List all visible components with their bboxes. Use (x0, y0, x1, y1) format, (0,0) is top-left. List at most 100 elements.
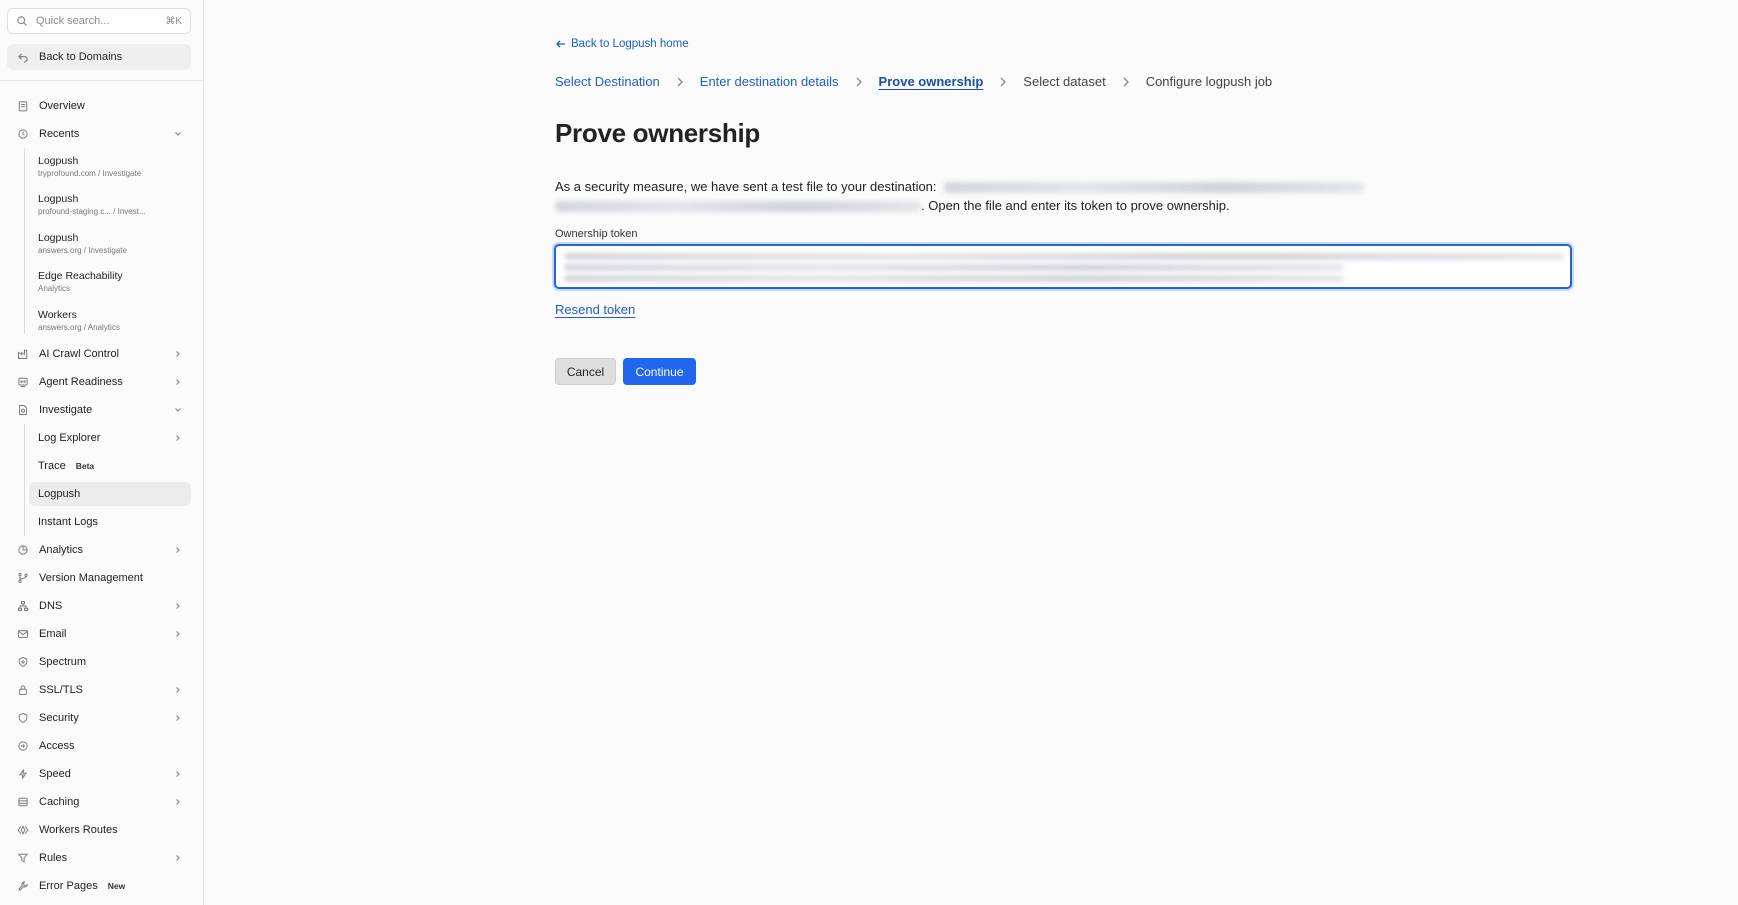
sidebar-item-label: Overview (39, 100, 85, 112)
page-title: Prove ownership (555, 118, 760, 148)
sidebar-item-logpush[interactable]: Logpush (29, 482, 191, 506)
sidebar-item-security[interactable]: Security (7, 706, 191, 730)
chevron-right-icon (176, 435, 180, 441)
lightning-icon (19, 769, 27, 779)
lock-icon (19, 685, 27, 695)
recent-item[interactable]: Edge Reachability Analytics (29, 270, 191, 294)
sidebar-item-label: AI Crawl Control (39, 348, 120, 360)
continue-button[interactable]: Continue (623, 358, 696, 385)
recent-title: Logpush (38, 193, 79, 205)
search-shortcut: ⌘K (165, 15, 182, 27)
sidebar-item-spectrum[interactable]: Spectrum (7, 650, 191, 674)
step-configure-logpush-job: Configure logpush job (1145, 74, 1273, 89)
sidebar-item-speed[interactable]: Speed (7, 762, 191, 786)
sidebar-item-label: Analytics (39, 544, 84, 556)
search-placeholder: Quick search... (36, 15, 110, 27)
sidebar-item-label: Access (39, 740, 75, 752)
sidebar-item-rules[interactable]: Rules (7, 846, 191, 870)
recent-title: Edge Reachability (38, 270, 123, 282)
sidebar-item-agent-readiness[interactable]: Agent Readiness (7, 370, 191, 394)
workers-icon (17, 825, 29, 835)
recent-title: Workers (38, 309, 77, 321)
redacted-token (564, 253, 1564, 260)
chevron-right-icon (677, 77, 683, 86)
cancel-button[interactable]: Cancel (555, 358, 616, 385)
agent-icon (18, 377, 28, 387)
ownership-token-input[interactable] (554, 244, 1572, 289)
sidebar-item-version-management[interactable]: Version Management (7, 566, 191, 590)
sidebar-item-recents[interactable]: Recents (7, 122, 191, 146)
sidebar: Quick search... ⌘K Back to Domains Overv… (0, 0, 204, 905)
sidebar-item-investigate[interactable]: Investigate (7, 398, 191, 422)
ownership-token-label: Ownership token (555, 228, 638, 240)
sidebar-divider (0, 80, 204, 81)
recent-subtitle: profound-staging.c... / Invest... (38, 207, 146, 216)
wrench-icon (18, 881, 28, 891)
login-icon (18, 741, 28, 751)
recent-subtitle: Analytics (38, 284, 71, 293)
sidebar-item-label: Agent Readiness (39, 376, 123, 388)
chevron-right-icon (1123, 77, 1129, 86)
mail-icon (18, 630, 28, 638)
recent-item[interactable]: Logpush profound-staging.c... / Invest..… (29, 193, 191, 217)
step-enter-destination-details[interactable]: Enter destination details (700, 74, 839, 89)
chevron-right-icon (1000, 77, 1007, 86)
sidebar-item-log-explorer[interactable]: Log Explorer (29, 426, 191, 450)
sidebar-item-label: Log Explorer (38, 432, 101, 444)
back-to-domains-button[interactable]: Back to Domains (7, 44, 191, 70)
factory-icon (18, 349, 28, 359)
chevron-right-icon (176, 799, 180, 805)
sidebar-item-label: Instant Logs (38, 516, 98, 528)
chevron-down-icon (175, 408, 181, 412)
resend-token-link[interactable]: Resend token (555, 302, 635, 317)
back-arrow-icon (18, 53, 28, 63)
back-link-label: Back to Logpush home (571, 38, 689, 50)
sidebar-item-access[interactable]: Access (7, 734, 191, 758)
chevron-right-icon (176, 687, 180, 693)
step-select-dataset: Select dataset (1023, 74, 1106, 89)
ownership-description: As a security measure, we have sent a te… (555, 177, 1385, 215)
sidebar-item-label: Recents (39, 128, 80, 140)
sidebar-item-analytics[interactable]: Analytics (7, 538, 191, 562)
sidebar-item-instant-logs[interactable]: Instant Logs (29, 510, 191, 534)
database-icon (18, 797, 28, 807)
step-select-destination[interactable]: Select Destination (555, 74, 660, 89)
sidebar-item-caching[interactable]: Caching (7, 790, 191, 814)
recent-subtitle: answers.org / Investigate (38, 246, 127, 255)
recent-item[interactable]: Workers answers.org / Analytics (29, 309, 191, 333)
document-search-icon (19, 405, 27, 415)
back-to-domains-label: Back to Domains (39, 51, 123, 63)
chevron-right-icon (176, 547, 180, 553)
sidebar-item-error-pages[interactable]: Error Pages New (7, 874, 191, 898)
sidebar-item-label: Speed (39, 768, 71, 780)
sidebar-item-overview[interactable]: Overview (7, 94, 191, 118)
description-suffix: . Open the file and enter its token to p… (921, 198, 1230, 213)
recent-title: Logpush (38, 232, 79, 244)
sidebar-item-workers-routes[interactable]: Workers Routes (7, 818, 191, 842)
recent-subtitle: answers.org / Analytics (38, 323, 120, 332)
chevron-right-icon (176, 855, 180, 861)
redacted-token (564, 275, 1344, 282)
sidebar-item-label: DNS (39, 600, 63, 612)
back-to-logpush-link[interactable]: Back to Logpush home (555, 38, 689, 50)
chevron-right-icon (176, 379, 180, 385)
wizard-steps: Select Destination Enter destination det… (555, 74, 1272, 89)
quick-search-input[interactable]: Quick search... ⌘K (7, 8, 191, 34)
sidebar-item-label: Logpush (38, 488, 81, 500)
chevron-right-icon (176, 715, 180, 721)
recent-item[interactable]: Logpush tryprofound.com / Investigate (29, 155, 191, 179)
sidebar-item-label: Version Management (39, 572, 143, 584)
sidebar-item-ssl-tls[interactable]: SSL/TLS (7, 678, 191, 702)
sidebar-item-label: Security (39, 712, 79, 724)
step-prove-ownership[interactable]: Prove ownership (879, 74, 984, 89)
chevron-right-icon (176, 631, 180, 637)
sidebar-item-trace[interactable]: Trace Beta (29, 454, 191, 478)
sidebar-item-label: Rules (39, 852, 68, 864)
redacted-token (564, 264, 1344, 271)
investigate-tree-line (24, 424, 25, 536)
sidebar-item-email[interactable]: Email (7, 622, 191, 646)
sidebar-item-ai-crawl-control[interactable]: AI Crawl Control (7, 342, 191, 366)
recent-item[interactable]: Logpush answers.org / Investigate (29, 232, 191, 256)
sidebar-item-dns[interactable]: DNS (7, 594, 191, 618)
beta-badge: Beta (75, 461, 95, 471)
